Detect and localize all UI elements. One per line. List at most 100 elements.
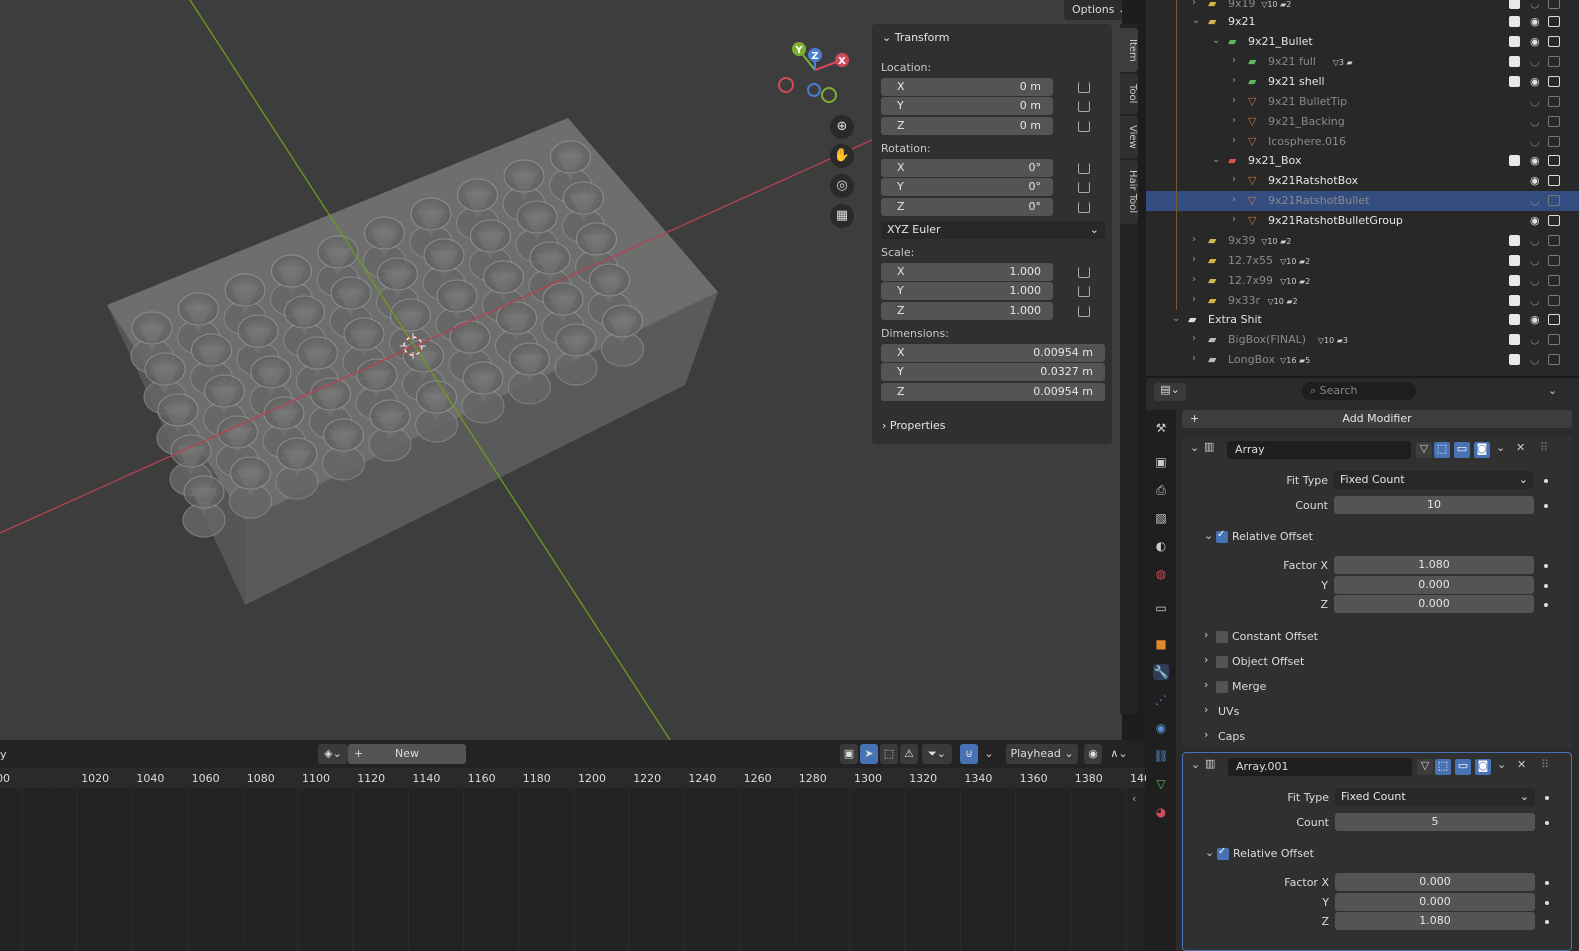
outliner-row[interactable]: › ▽ 9x21 BulletTip ◡ [1146,92,1579,112]
outliner[interactable]: › ▰ 9x19 ▽10 ▰2 ◡ ⌄ ▰ 9x21 ◉ ⌄ ▰ 9x21_Bullet ◉ › ▰ 9x21… [1146,0,1579,378]
exclude-checkbox[interactable] [1509,56,1520,67]
properties-header[interactable]: › Properties [882,419,946,432]
chevron-right-icon[interactable]: › [1192,254,1196,265]
outliner-row[interactable]: › ▰ 9x21 full ▽3 ▰ ◡ [1146,52,1579,72]
chevron-right-icon[interactable]: › [1192,274,1196,285]
viewport-display-icon[interactable]: ▭ [1454,442,1470,458]
rotation-y-field[interactable]: Y 0° [881,178,1053,196]
keyframe-dot[interactable] [1544,564,1548,568]
merge-checkbox[interactable] [1216,681,1228,693]
add-modifier-button[interactable]: + Add Modifier [1182,410,1572,428]
exclude-checkbox[interactable] [1509,36,1520,47]
data-icon[interactable]: ▽ [1153,776,1169,792]
lock-icon[interactable] [1078,286,1090,297]
visibility-eye-icon[interactable]: ◉ [1530,174,1540,187]
visibility-eye-icon[interactable]: ◉ [1530,313,1540,326]
world-icon[interactable]: ◍ [1153,566,1169,582]
box-select-icon[interactable]: ⬚ [880,744,898,764]
visibility-eye-icon[interactable]: ◡ [1530,254,1540,267]
falloff-icon[interactable]: ∧⌄ [1104,744,1134,764]
lock-icon[interactable] [1078,101,1090,112]
exclude-checkbox[interactable] [1509,354,1520,365]
location-x-field[interactable]: X 0 m [881,78,1053,96]
modifier-wrench-icon[interactable]: 🔧 [1153,664,1169,680]
rotation-z-field[interactable]: Z 0° [881,198,1053,216]
outliner-row[interactable]: › ▰ 9x39 ▽10 ▰2 ◡ [1146,231,1579,251]
chevron-right-icon[interactable]: › [1204,678,1208,691]
render-camera-icon[interactable] [1548,76,1560,87]
render-camera-icon[interactable] [1548,354,1560,365]
outliner-row[interactable]: › ▰ 12.7x55 ▽10 ▰2 ◡ [1146,251,1579,271]
chevron-right-icon[interactable]: › [1192,353,1196,364]
rotation-mode-select[interactable]: XYZ Euler ⌄ [881,221,1105,239]
count-field[interactable]: 5 [1335,813,1535,831]
select-icon[interactable]: ➤ [860,744,878,764]
keyframe-type-icon[interactable]: ◈⌄ [318,744,348,764]
exclude-checkbox[interactable] [1509,314,1520,325]
outliner-row[interactable]: › ▰ 9x33r ▽10 ▰2 ◡ [1146,291,1579,311]
outliner-row[interactable]: ⌄ ▰ 9x21 ◉ [1146,12,1579,32]
exclude-checkbox[interactable] [1509,155,1520,166]
visibility-eye-icon[interactable]: ◡ [1530,95,1540,108]
auto-key-icon[interactable]: ▣ [840,744,858,764]
outliner-row[interactable]: ⌄ ▰ Extra Shit ◉ [1146,310,1579,330]
rotation-x-field[interactable]: X 0° [881,159,1053,177]
fit-type-select[interactable]: Fixed Count ⌄ [1334,471,1534,489]
visibility-eye-icon[interactable]: ◡ [1530,0,1540,10]
fit-type-select[interactable]: Fixed Count ⌄ [1335,788,1535,806]
tab-item[interactable]: Item [1120,28,1138,72]
keyframe-dot[interactable] [1545,796,1549,800]
lock-icon[interactable] [1078,202,1090,213]
transform-header[interactable]: ⌄ Transform [882,31,949,44]
chevron-left-icon[interactable]: ‹ [1132,792,1136,805]
render-camera-icon[interactable] [1548,116,1560,127]
visibility-eye-icon[interactable]: ◡ [1530,55,1540,68]
chevron-down-icon[interactable]: ⌄ [1204,529,1213,542]
factor-y-field[interactable]: 0.000 [1335,893,1535,911]
keyframe-dot[interactable] [1544,584,1548,588]
chevron-down-icon[interactable]: ⌄ [1191,758,1200,771]
caps-label[interactable]: Caps [1218,730,1245,743]
visibility-eye-icon[interactable]: ◡ [1530,353,1540,366]
outliner-row[interactable]: › ▽ 9x21RatshotBox ◉ [1146,171,1579,191]
outliner-row[interactable]: › ▽ Icosphere.016 ◡ [1146,132,1579,152]
on-cage-icon[interactable]: ⬚ [1435,759,1451,775]
chevron-down-icon[interactable]: ⌄ [1548,384,1557,397]
drag-handle-icon[interactable]: ⠿ [1541,758,1549,771]
chevron-down-icon[interactable]: ⌄ [1190,441,1199,454]
tool-icon[interactable]: ⚒ [1153,420,1169,436]
exclude-checkbox[interactable] [1509,255,1520,266]
scale-z-field[interactable]: Z 1.000 [881,302,1053,320]
exclude-checkbox[interactable] [1509,16,1520,27]
keyframe-dot[interactable] [1545,901,1549,905]
visibility-eye-icon[interactable]: ◉ [1530,154,1540,167]
render-camera-icon[interactable] [1548,16,1560,27]
visibility-eye-icon[interactable]: ◡ [1530,234,1540,247]
render-icon[interactable]: ▣ [1153,454,1169,470]
render-camera-icon[interactable] [1548,155,1560,166]
outliner-row[interactable]: › ▰ 12.7x99 ▽10 ▰2 ◡ [1146,271,1579,291]
lock-icon[interactable] [1078,267,1090,278]
timeline-editor[interactable]: y ◈⌄ + New ▣ ➤ ⬚ ⚠ ⏷⌄ ⊍ ⌄ Playhead ⌄ ◉ ∧⌄… [0,740,1158,951]
lock-icon[interactable] [1078,121,1090,132]
location-y-field[interactable]: Y 0 m [881,97,1053,115]
particles-icon[interactable]: ⋰ [1153,692,1169,708]
chevron-right-icon[interactable]: › [1232,135,1236,146]
render-camera-icon[interactable] [1548,136,1560,147]
constraints-icon[interactable]: ⛓ [1153,748,1169,764]
chevron-right-icon[interactable]: › [1232,55,1236,66]
exclude-checkbox[interactable] [1509,0,1520,9]
chevron-right-icon[interactable]: › [1232,75,1236,86]
ortho-grid-icon[interactable]: ▦ [830,204,854,228]
warning-icon[interactable]: ⚠ [900,744,918,764]
visibility-eye-icon[interactable]: ◡ [1530,333,1540,346]
render-camera-icon[interactable] [1548,195,1560,206]
visibility-eye-icon[interactable]: ◡ [1530,194,1540,207]
render-camera-icon[interactable] [1548,215,1560,226]
modifier-name-field[interactable]: Array [1227,441,1411,459]
snap-icon[interactable]: ⊍ [960,744,978,764]
camera-view-icon[interactable]: ◎ [830,174,854,198]
outliner-row[interactable]: › ▽ 9x21RatshotBullet ◡ [1146,191,1579,211]
chevron-right-icon[interactable]: › [1204,728,1208,741]
lock-icon[interactable] [1078,82,1090,93]
